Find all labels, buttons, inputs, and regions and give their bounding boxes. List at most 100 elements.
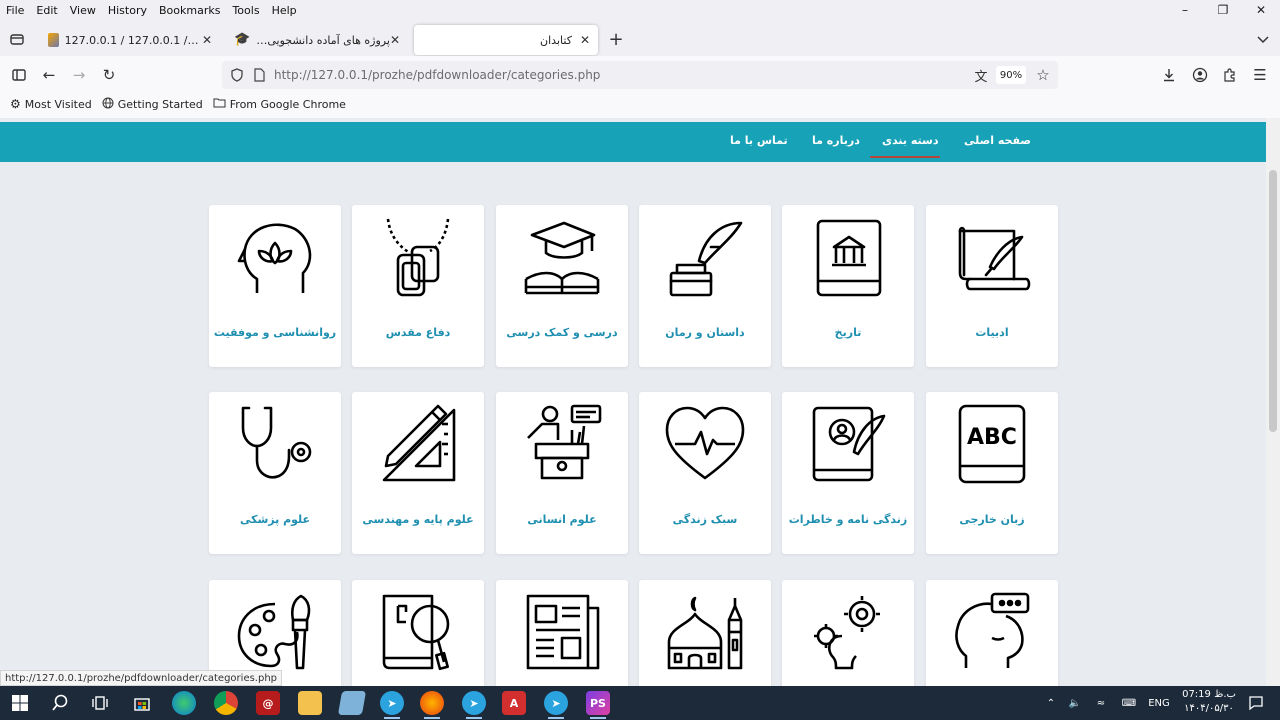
menu-view[interactable]: View — [64, 4, 102, 17]
ruler-pencil-icon — [382, 404, 456, 482]
palette-icon — [237, 594, 311, 670]
windows-start-icon[interactable] — [8, 691, 32, 715]
menu-file[interactable]: File — [0, 4, 30, 17]
category-card-medical[interactable]: علوم پزشکی — [209, 392, 341, 554]
inkwell-quill-icon — [669, 221, 743, 297]
shield-icon[interactable] — [226, 64, 248, 86]
window-controls: – ❐ ✕ — [1166, 0, 1280, 20]
page-scrollbar[interactable] — [1266, 118, 1280, 686]
scrollbar-thumb[interactable] — [1269, 170, 1277, 432]
sidebar-icon[interactable] — [8, 64, 30, 86]
category-label: تاریخ — [834, 326, 862, 339]
file-explorer-icon[interactable] — [298, 691, 322, 715]
firefox-icon[interactable] — [420, 691, 444, 719]
globe-icon — [102, 97, 114, 112]
telegram-icon-3[interactable]: ➤ — [544, 691, 568, 719]
tab-title: 127.0.0.1 / 127.0.0.1 / arayeshi | — [64, 33, 202, 47]
telegram-icon[interactable]: ➤ — [380, 691, 404, 719]
category-card-row3-1[interactable] — [926, 580, 1058, 686]
nav-link-contact[interactable]: تماس با ما — [730, 134, 788, 147]
notepad-icon[interactable] — [337, 691, 367, 715]
account-icon[interactable] — [1189, 64, 1211, 86]
category-card-row3-2[interactable] — [782, 580, 914, 686]
nav-link-about[interactable]: درباره ما — [812, 134, 860, 147]
category-label: علوم پزشکی — [239, 513, 311, 526]
task-view-icon[interactable] — [88, 691, 112, 715]
category-card-foreign-language[interactable]: ABC زبان خارجی — [926, 392, 1058, 554]
category-card-history[interactable]: تاریخ — [782, 205, 914, 367]
person-book-quill-icon — [812, 406, 886, 482]
tab-ketabdan[interactable]: کتابدان ✕ — [414, 25, 598, 55]
keyboard-icon[interactable]: ⌨ — [1114, 698, 1144, 709]
acrobat-icon[interactable]: A — [502, 691, 526, 715]
reload-icon[interactable]: ↻ — [98, 64, 120, 86]
translate-icon[interactable]: 文 — [970, 64, 992, 86]
close-icon[interactable]: ✕ — [202, 33, 212, 47]
search-icon[interactable] — [48, 691, 72, 715]
store-icon[interactable] — [130, 691, 154, 715]
tab-projects[interactable]: 🎓 پروژه های آماده دانشجویی | دانلو ✕ — [226, 25, 408, 55]
minimize-icon[interactable]: – — [1166, 0, 1204, 20]
download-icon[interactable] — [1158, 64, 1180, 86]
close-window-icon[interactable]: ✕ — [1242, 0, 1280, 20]
nav-link-categories[interactable]: دسته بندی — [882, 134, 939, 147]
category-card-biography[interactable]: زندگی نامه و خاطرات — [782, 392, 914, 554]
page-icon[interactable] — [248, 64, 270, 86]
wifi-icon[interactable]: ≈ — [1088, 698, 1114, 709]
category-card-row3-4[interactable] — [496, 580, 628, 686]
new-tab-icon[interactable]: + — [605, 28, 627, 50]
bookmark-most-visited[interactable]: ⚙ Most Visited — [10, 97, 92, 111]
notification-icon[interactable] — [1244, 691, 1268, 715]
language-indicator[interactable]: ENG — [1144, 698, 1174, 709]
extensions-icon[interactable] — [1219, 64, 1241, 86]
category-card-humanities[interactable]: علوم انسانی — [496, 392, 628, 554]
category-card-row3-5[interactable] — [352, 580, 484, 686]
category-card-row3-3[interactable] — [639, 580, 771, 686]
menu-edit[interactable]: Edit — [30, 4, 63, 17]
url-text[interactable]: http://127.0.0.1/prozhe/pdfdownloader/ca… — [274, 68, 600, 82]
tab-overview-icon[interactable] — [6, 28, 28, 50]
heart-pulse-icon — [665, 406, 745, 480]
volume-icon[interactable]: 🔈 — [1062, 698, 1088, 709]
back-icon[interactable]: ← — [38, 64, 60, 86]
hamburger-menu-icon[interactable]: ☰ — [1249, 64, 1271, 86]
close-icon[interactable]: ✕ — [390, 33, 400, 47]
newspaper-icon — [526, 594, 600, 670]
telegram-icon-2[interactable]: ➤ — [462, 691, 486, 719]
close-icon[interactable]: ✕ — [580, 33, 590, 47]
nav-link-home[interactable]: صفحه اصلی — [964, 134, 1031, 147]
chevron-down-icon[interactable] — [1252, 28, 1274, 50]
chevron-up-icon[interactable]: ⌃ — [1040, 698, 1062, 709]
bookmark-star-icon[interactable]: ☆ — [1032, 64, 1054, 86]
category-card-literature[interactable]: ادبیات — [926, 205, 1058, 367]
forward-icon[interactable]: → — [68, 64, 90, 86]
menu-history[interactable]: History — [102, 4, 153, 17]
restore-icon[interactable]: ❐ — [1204, 0, 1242, 20]
bookmark-label: From Google Chrome — [229, 97, 346, 111]
phpstorm-icon[interactable]: PS — [586, 691, 610, 719]
category-card-fiction[interactable]: داستان و رمان — [639, 205, 771, 367]
zoom-level[interactable]: 90% — [996, 66, 1026, 84]
bookmark-getting-started[interactable]: Getting Started — [102, 97, 203, 112]
bookmark-from-google-chrome[interactable]: From Google Chrome — [213, 97, 346, 111]
edge-icon[interactable] — [172, 691, 196, 715]
category-card-textbooks[interactable]: درسی و کمک درسی — [496, 205, 628, 367]
bookmark-label: Most Visited — [24, 97, 92, 111]
tab-title: پروژه های آماده دانشجویی | دانلو — [254, 33, 390, 47]
menu-tools[interactable]: Tools — [226, 4, 265, 17]
bookmark-label: Getting Started — [117, 97, 203, 111]
menu-help[interactable]: Help — [266, 4, 303, 17]
menu-bookmarks[interactable]: Bookmarks — [153, 4, 226, 17]
category-card-sacred-defense[interactable]: دفاع مقدس — [352, 205, 484, 367]
category-label: زبان خارجی — [959, 513, 1025, 526]
category-card-psychology[interactable]: روانشناسی و موفقیت — [209, 205, 341, 367]
chrome-icon[interactable] — [214, 691, 238, 715]
category-card-engineering[interactable]: علوم پایه و مهندسی — [352, 392, 484, 554]
app-red-icon[interactable]: @ — [256, 691, 280, 715]
clock[interactable]: 07:19 ب.ظ ۱۴۰۴/۰۵/۳۰ — [1182, 688, 1236, 716]
category-card-lifestyle[interactable]: سبک زندگی — [639, 392, 771, 554]
menu-bar: File Edit View History Bookmarks Tools H… — [0, 0, 1280, 20]
tab-phpmyadmin[interactable]: 127.0.0.1 / 127.0.0.1 / arayeshi | ✕ — [40, 25, 220, 55]
address-bar[interactable]: http://127.0.0.1/prozhe/pdfdownloader/ca… — [222, 61, 1058, 89]
museum-book-icon — [816, 219, 882, 297]
